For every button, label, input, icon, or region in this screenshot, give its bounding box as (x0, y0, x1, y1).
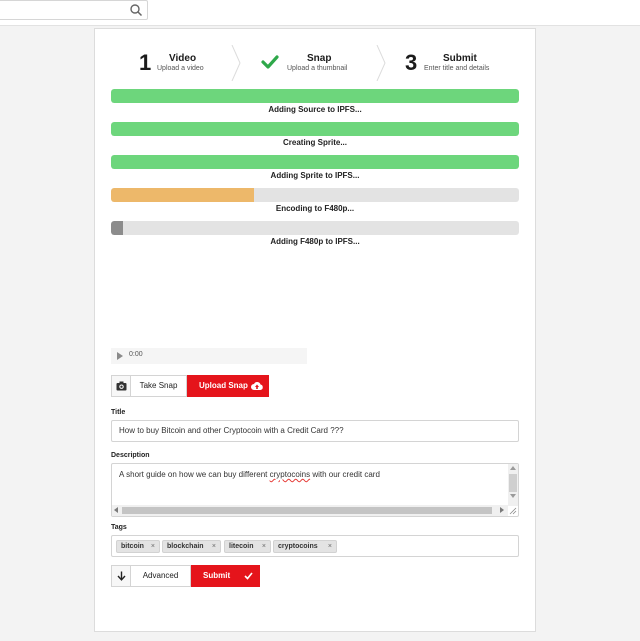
horizontal-scrollbar[interactable] (112, 505, 508, 516)
scrollbar-thumb[interactable] (509, 474, 517, 492)
title-label: Title (111, 409, 126, 416)
progress-label: Creating Sprite... (282, 138, 347, 147)
arrow-down-icon (117, 571, 126, 581)
progress-bar-encoding (111, 188, 519, 202)
step-subtitle: Upload a thumbnail (287, 65, 348, 72)
description-text: A short guide on how we can buy differen… (119, 470, 380, 479)
step-submit: 3 Submit Enter title and details (405, 43, 525, 83)
step-number: 3 (405, 50, 418, 75)
progress-bar-sprite (111, 122, 519, 136)
scrollbar-thumb[interactable] (122, 507, 492, 514)
tag-chip: litecoin × (224, 540, 271, 553)
progress-label: Encoding to F480p... (275, 204, 355, 213)
description-textarea[interactable]: A short guide on how we can buy differen… (111, 463, 519, 517)
scroll-left-icon[interactable] (114, 507, 118, 513)
upload-steps: 1 Video Upload a video Snap Upload a thu… (95, 43, 537, 83)
upload-snap-label: Upload Snap (199, 381, 248, 390)
progress-fill (111, 221, 124, 235)
step-title: Video (169, 53, 197, 64)
resize-handle-icon[interactable] (508, 506, 517, 515)
cloud-upload-icon (251, 382, 263, 390)
search-input[interactable] (0, 0, 148, 20)
tag-chip: cryptocoins × (273, 540, 337, 553)
description-text-part: with our credit card (310, 470, 380, 479)
description-text-part: A short guide on how we can buy differen… (119, 470, 270, 479)
take-snap-button[interactable]: Take Snap (131, 375, 187, 397)
step-subtitle: Enter title and details (424, 65, 490, 72)
tag-label: litecoin (229, 543, 254, 550)
tag-label: blockchain (167, 543, 204, 550)
progress-bar-f480p-ipfs (111, 221, 519, 235)
search-icon[interactable] (129, 3, 143, 17)
progress-label: Adding Sprite to IPFS... (270, 171, 360, 180)
progress-fill (111, 188, 254, 202)
upload-snap-button[interactable]: Upload Snap (187, 375, 269, 397)
tag-remove-icon[interactable]: × (262, 541, 266, 552)
step-divider (376, 45, 386, 81)
tag-remove-icon[interactable]: × (151, 541, 155, 552)
progress-bar-sprite-ipfs (111, 155, 519, 169)
step-title: Snap (307, 53, 332, 64)
advanced-button[interactable]: Advanced (131, 565, 191, 587)
step-number: 1 (139, 50, 152, 75)
submit-button[interactable]: Submit (191, 565, 260, 587)
player-time: 0:00 (129, 351, 143, 358)
tag-label: bitcoin (121, 543, 144, 550)
tag-remove-icon[interactable]: × (328, 541, 332, 552)
checkmark-icon (244, 572, 253, 580)
step-title: Submit (443, 53, 477, 64)
tags-input[interactable]: bitcoin × blockchain × litecoin × crypto… (111, 535, 519, 557)
video-player[interactable]: 0:00 (111, 348, 307, 364)
step-snap: Snap Upload a thumbnail (261, 43, 381, 83)
title-input[interactable]: How to buy Bitcoin and other Cryptocoin … (111, 420, 519, 442)
tag-remove-icon[interactable]: × (212, 541, 216, 552)
scroll-down-icon[interactable] (510, 494, 516, 498)
step-subtitle: Upload a video (157, 65, 204, 72)
misspelled-word: cryptocoins (269, 470, 311, 479)
tag-chip: blockchain × (162, 540, 221, 553)
progress-fill (111, 89, 519, 103)
top-bar (0, 0, 640, 26)
progress-label: Adding Source to IPFS... (268, 105, 362, 114)
submit-label: Submit (203, 571, 231, 580)
progress-label: Adding F480p to IPFS... (270, 237, 360, 246)
progress-bar-source (111, 89, 519, 103)
vertical-scrollbar[interactable] (508, 464, 518, 506)
upload-card: 1 Video Upload a video Snap Upload a thu… (94, 28, 536, 632)
step-divider (231, 45, 241, 81)
checkmark-icon (261, 55, 279, 69)
advanced-toggle-icon-button[interactable] (111, 565, 131, 587)
take-snap-icon-button[interactable] (111, 375, 131, 397)
tags-label: Tags (111, 524, 127, 531)
scroll-up-icon[interactable] (510, 466, 516, 470)
progress-fill (111, 155, 519, 169)
scroll-right-icon[interactable] (500, 507, 504, 513)
camera-icon (116, 381, 127, 391)
description-label: Description (111, 452, 150, 459)
tag-label: cryptocoins (278, 543, 318, 550)
progress-fill (111, 122, 519, 136)
play-icon[interactable] (117, 352, 123, 360)
tag-chip: bitcoin × (116, 540, 160, 553)
